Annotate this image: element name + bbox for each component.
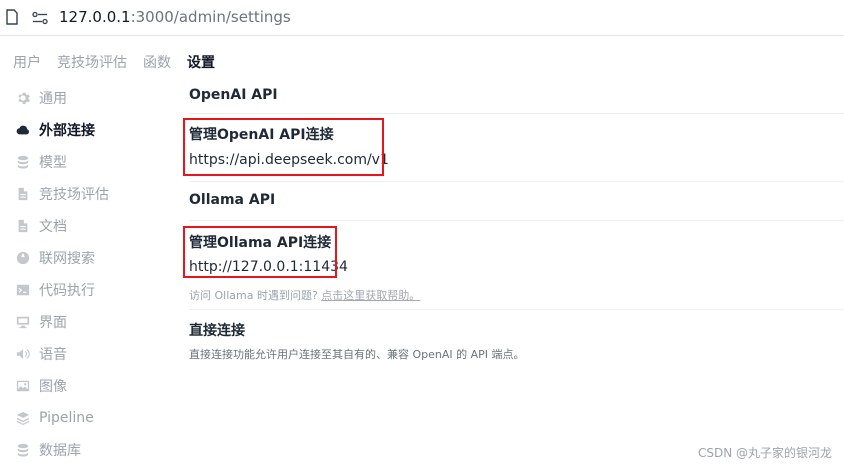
globe-icon <box>16 251 30 265</box>
speaker-icon <box>16 347 30 361</box>
divider <box>189 113 844 114</box>
ollama-help-link[interactable]: 点击这里获取帮助。 <box>321 289 420 302</box>
sidebar-item-web-search[interactable]: 联网搜索 <box>16 242 166 274</box>
sidebar-item-connections[interactable]: 外部连接 <box>16 114 166 146</box>
sidebar-item-documents[interactable]: 文档 <box>16 210 166 242</box>
sidebar-item-pipeline[interactable]: Pipeline <box>16 402 166 434</box>
sidebar-item-label: 语音 <box>39 347 67 363</box>
monitor-icon <box>16 315 30 329</box>
sidebar-item-label: 联网搜索 <box>39 251 95 267</box>
terminal-icon <box>16 283 30 297</box>
divider <box>189 181 844 182</box>
divider <box>189 220 844 221</box>
openai-section-title: OpenAI API <box>189 87 278 103</box>
site-permissions-icon[interactable] <box>32 11 48 25</box>
settings-sidebar: 通用 外部连接 模型 竞技场评估 文档 联网搜索 代码执行 界面 语音 图像 P… <box>16 82 166 466</box>
sidebar-item-label: 通用 <box>39 91 67 107</box>
gear-icon <box>16 91 30 105</box>
ollama-section-title: Ollama API <box>189 192 276 208</box>
admin-top-nav: 用户 竞技场评估 函数 设置 <box>13 53 231 73</box>
sidebar-item-code-execution[interactable]: 代码执行 <box>16 274 166 306</box>
direct-connections-title: 直接连接 <box>189 323 245 339</box>
divider <box>189 309 844 310</box>
sidebar-item-label: 文档 <box>39 219 67 235</box>
sidebar-item-label: 代码执行 <box>39 283 95 299</box>
layers-icon <box>16 411 30 425</box>
page-icon <box>6 9 18 25</box>
sidebar-item-arena-evaluation[interactable]: 竞技场评估 <box>16 178 166 210</box>
database-icon <box>16 155 30 169</box>
nav-arena-evaluation[interactable]: 竞技场评估 <box>57 53 127 73</box>
nav-settings[interactable]: 设置 <box>187 53 215 73</box>
highlight-box-ollama <box>183 226 337 278</box>
sidebar-item-label: 模型 <box>39 155 67 171</box>
sidebar-item-label: 数据库 <box>39 443 81 459</box>
database-icon <box>16 443 30 457</box>
sidebar-item-images[interactable]: 图像 <box>16 370 166 402</box>
direct-connections-description: 直接连接功能允许用户连接至其自有的、兼容 OpenAI 的 API 端点。 <box>189 348 525 361</box>
sidebar-item-label: 外部连接 <box>39 123 95 139</box>
highlight-box-openai <box>183 118 384 176</box>
nav-users[interactable]: 用户 <box>13 53 41 73</box>
address-bar[interactable]: 127.0.0.1:3000/admin/settings <box>0 0 844 36</box>
sidebar-item-database[interactable]: 数据库 <box>16 434 166 466</box>
watermark: CSDN @丸子家的银河龙 <box>697 446 832 460</box>
document-icon <box>16 187 30 201</box>
sidebar-item-models[interactable]: 模型 <box>16 146 166 178</box>
sidebar-item-interface[interactable]: 界面 <box>16 306 166 338</box>
url-text[interactable]: 127.0.0.1:3000/admin/settings <box>59 8 291 26</box>
ollama-help-hint: 访问 Ollama 时遇到问题? 点击这里获取帮助。 <box>189 289 421 302</box>
nav-functions[interactable]: 函数 <box>143 53 171 73</box>
sidebar-item-general[interactable]: 通用 <box>16 82 166 114</box>
sidebar-item-label: Pipeline <box>39 410 94 426</box>
sidebar-item-audio[interactable]: 语音 <box>16 338 166 370</box>
image-icon <box>16 379 30 393</box>
document-icon <box>16 219 30 233</box>
sidebar-item-label: 界面 <box>39 315 67 331</box>
sidebar-item-label: 竞技场评估 <box>39 187 109 203</box>
cloud-icon <box>16 123 30 137</box>
sidebar-item-label: 图像 <box>39 379 67 395</box>
